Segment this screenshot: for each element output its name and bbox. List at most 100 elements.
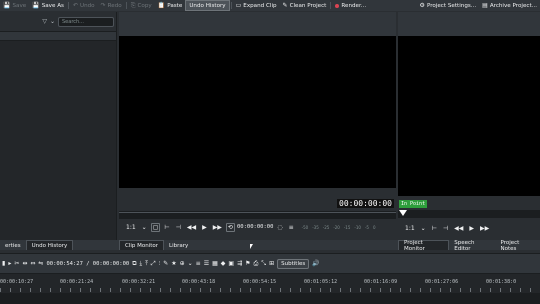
clip-timecode: 00:00:00:00 — [337, 199, 394, 208]
tab-clip-monitor[interactable]: Clip Monitor — [119, 240, 165, 250]
save-label: Save — [12, 2, 27, 9]
toolbar-separator — [125, 2, 127, 9]
slip-tool-icon[interactable]: ⇔ — [30, 260, 35, 267]
play-icon[interactable]: ▶ — [200, 224, 209, 231]
ruler-label: 00:01:38:0 — [486, 279, 517, 285]
favorite-star-icon[interactable]: ★ — [171, 260, 176, 267]
expand-clip-label: Expand Clip — [243, 2, 277, 9]
undo-button[interactable]: ↶ Undo — [70, 0, 98, 11]
tab-project-monitor[interactable]: Project Monitor — [398, 240, 450, 252]
tab-library[interactable]: Library — [164, 240, 193, 250]
clean-project-button[interactable]: ✎ Clean Project — [280, 0, 330, 11]
clip-ruler[interactable] — [119, 211, 396, 219]
save-as-icon: 💾 — [32, 1, 40, 9]
set-out-icon[interactable]: ⊣ — [174, 224, 183, 231]
tab-properties[interactable]: erties — [0, 240, 26, 250]
tag-icon[interactable]: ◆ — [221, 260, 226, 267]
fullscreen-icon[interactable]: ⤡ — [261, 260, 266, 268]
project-monitor-controls: In Point 1:1 ⌄ ⊢ ⊣ ◀◀ ▶ ▶▶ — [398, 196, 540, 240]
rewind-icon[interactable]: ◀◀ — [452, 225, 465, 232]
set-in-icon[interactable]: ⊢ — [430, 225, 439, 232]
render-label: Render... — [341, 2, 367, 9]
grid-icon[interactable]: ⊞ — [269, 260, 274, 267]
project-settings-button[interactable]: ⚙ Project Settings... — [417, 0, 480, 11]
zoom-select[interactable]: 1:1 — [124, 224, 138, 231]
search-input[interactable]: Search... — [58, 16, 114, 27]
project-ruler[interactable] — [398, 210, 540, 218]
mixer-icon[interactable]: ☰ — [204, 260, 209, 267]
expand-clip-icon: ▭ — [235, 1, 242, 9]
timeline-position-field[interactable]: 00:00:54:27 / 00:00:00:00 — [46, 261, 129, 267]
lift-icon[interactable]: ⤒ — [145, 260, 148, 268]
clean-project-label: Clean Project — [289, 2, 327, 9]
razor-tool-icon[interactable]: ✂ — [14, 260, 19, 267]
menu-icon[interactable]: ≡ — [287, 224, 296, 231]
rewind-icon[interactable]: ◀◀ — [185, 224, 198, 231]
expand-clip-button[interactable]: ▭ Expand Clip — [233, 0, 280, 11]
redo-button[interactable]: ↷ Redo — [98, 0, 125, 11]
mid-tab-bar: Clip Monitor Library — [119, 240, 398, 250]
marker-flag-icon[interactable]: ⚑ — [245, 260, 250, 267]
copy-button[interactable]: ⎘ Copy — [128, 0, 155, 11]
edit-icon[interactable]: ✎ — [163, 260, 168, 267]
undo-history-button[interactable]: Undo History — [185, 0, 230, 11]
forward-icon[interactable]: ▶▶ — [478, 225, 491, 232]
slide-tool-icon[interactable]: ⇋ — [38, 260, 43, 267]
spin-icon[interactable]: ◌ — [275, 224, 284, 231]
paste-button[interactable]: 📋 Paste — [155, 0, 186, 11]
set-out-icon[interactable]: ⊣ — [441, 225, 450, 232]
clip-monitor-screen[interactable] — [119, 36, 396, 188]
chevron-down-icon[interactable]: ⌄ — [188, 260, 193, 267]
chevron-down-icon[interactable]: ⌄ — [419, 225, 428, 232]
clip-position-field[interactable]: 00:00:00:00 — [237, 224, 273, 230]
tab-undo-history[interactable]: Undo History — [25, 240, 74, 250]
film-icon[interactable]: ▣ — [228, 260, 234, 267]
playhead-marker-icon[interactable] — [399, 210, 407, 216]
tab-speech-editor[interactable]: Speech Editor — [449, 240, 495, 252]
play-icon[interactable]: ▶ — [467, 225, 476, 232]
overlay-icon[interactable]: ▢ — [150, 222, 161, 232]
timeline-ruler[interactable]: 00:00:10:27 00:00:21:24 00:00:32:21 00:0… — [0, 273, 540, 304]
panel-header: ▽ ⌄ Search... — [0, 12, 116, 32]
align-icon[interactable]: ≡ — [196, 260, 201, 267]
ruler-line — [119, 212, 396, 213]
overwrite-icon[interactable]: ⧉ — [132, 260, 136, 268]
snap-icon[interactable]: ▦ — [212, 260, 218, 267]
insert-icon[interactable]: ⤓ — [140, 260, 143, 268]
forward-icon[interactable]: ▶▶ — [211, 224, 224, 231]
ruler-label: 00:00:54:15 — [243, 279, 277, 285]
render-button[interactable]: Render... — [332, 0, 369, 11]
clip-monitor-header — [119, 12, 396, 36]
subtitles-button[interactable]: Subtitles — [277, 258, 310, 269]
lock-icon[interactable]: ⎙ — [253, 260, 258, 268]
set-in-icon[interactable]: ⊢ — [162, 224, 171, 231]
copy-icon: ⎘ — [130, 1, 136, 9]
timeline-track-area[interactable] — [0, 293, 540, 304]
tab-project-notes[interactable]: Project Notes — [496, 240, 540, 252]
save-button[interactable]: 💾 Save — [0, 0, 29, 11]
save-as-button[interactable]: 💾 Save As — [29, 0, 67, 11]
spacer-tool-icon[interactable]: ⇹ — [22, 260, 27, 267]
chevron-down-icon[interactable]: ⌄ — [140, 224, 149, 231]
audio-icon[interactable]: 🔊 — [312, 260, 319, 267]
split-icon[interactable]: ⫶ — [159, 260, 161, 268]
clip-control-row: 1:1 ⌄ ▢ ⊢ ⊣ ◀◀ ▶ ▶▶ ⟲ 00:00:00:00 ◌ ≡ -5… — [119, 221, 396, 233]
ripple-icon[interactable]: ⇶ — [237, 260, 242, 267]
zoom-select[interactable]: 1:1 — [403, 225, 417, 232]
loop-icon[interactable]: ⟲ — [225, 222, 235, 232]
extract-icon[interactable]: ⤢ — [151, 260, 156, 268]
add-marker-icon[interactable]: ⊕ — [180, 260, 185, 267]
project-monitor-screen[interactable] — [398, 36, 540, 196]
select-tool-icon[interactable]: ▸ — [8, 260, 11, 267]
clean-project-icon: ✎ — [282, 1, 288, 9]
audio-meter: -50 -35 -25 -20 -15 -10 -5 0 — [302, 225, 376, 230]
track-menu-icon[interactable]: ▮ — [2, 260, 5, 267]
left-tab-bar: erties Undo History — [0, 240, 119, 250]
kdenlive-window: 💾 Save 💾 Save As ↶ Undo ↷ Redo ⎘ Copy 📋 … — [0, 0, 540, 304]
filter-icon[interactable]: ▽ — [42, 18, 47, 25]
toolbar-separator — [230, 2, 232, 9]
vu-label: -50 — [301, 224, 309, 230]
toolbar-separator — [330, 2, 332, 9]
archive-project-button[interactable]: ▤ Archive Project... — [479, 0, 540, 11]
chevron-down-icon[interactable]: ⌄ — [50, 18, 55, 25]
